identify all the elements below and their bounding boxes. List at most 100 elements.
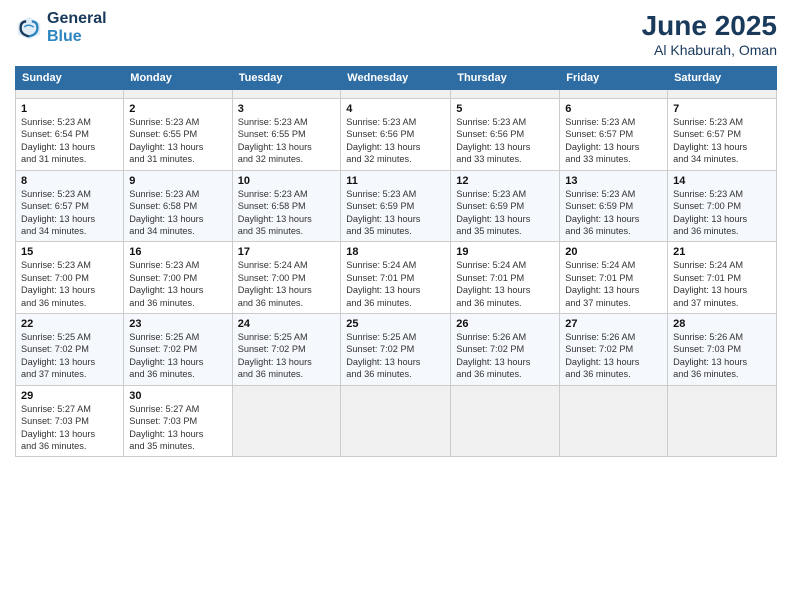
calendar-cell: [232, 90, 341, 99]
day-info: Sunrise: 5:23 AM Sunset: 6:59 PM Dayligh…: [565, 188, 662, 238]
day-number: 3: [238, 103, 336, 115]
calendar-cell: 4Sunrise: 5:23 AM Sunset: 6:56 PM Daylig…: [341, 99, 451, 171]
page: General Blue June 2025 Al Khaburah, Oman…: [0, 0, 792, 612]
day-number: 18: [346, 246, 445, 258]
day-info: Sunrise: 5:26 AM Sunset: 7:03 PM Dayligh…: [673, 331, 771, 381]
calendar-cell: 22Sunrise: 5:25 AM Sunset: 7:02 PM Dayli…: [16, 314, 124, 386]
day-number: 25: [346, 318, 445, 330]
day-number: 24: [238, 318, 336, 330]
day-number: 8: [21, 175, 118, 187]
calendar-cell: [16, 90, 124, 99]
day-info: Sunrise: 5:24 AM Sunset: 7:01 PM Dayligh…: [673, 259, 771, 309]
day-info: Sunrise: 5:24 AM Sunset: 7:01 PM Dayligh…: [565, 259, 662, 309]
calendar-cell: 30Sunrise: 5:27 AM Sunset: 7:03 PM Dayli…: [124, 385, 232, 457]
calendar-cell: 19Sunrise: 5:24 AM Sunset: 7:01 PM Dayli…: [451, 242, 560, 314]
day-info: Sunrise: 5:26 AM Sunset: 7:02 PM Dayligh…: [456, 331, 554, 381]
day-number: 26: [456, 318, 554, 330]
day-number: 6: [565, 103, 662, 115]
day-info: Sunrise: 5:23 AM Sunset: 6:58 PM Dayligh…: [129, 188, 226, 238]
calendar-cell: 11Sunrise: 5:23 AM Sunset: 6:59 PM Dayli…: [341, 170, 451, 242]
calendar-cell: 15Sunrise: 5:23 AM Sunset: 7:00 PM Dayli…: [16, 242, 124, 314]
day-info: Sunrise: 5:23 AM Sunset: 6:56 PM Dayligh…: [456, 116, 554, 166]
day-number: 16: [129, 246, 226, 258]
day-number: 11: [346, 175, 445, 187]
calendar-cell: 2Sunrise: 5:23 AM Sunset: 6:55 PM Daylig…: [124, 99, 232, 171]
calendar-cell: 8Sunrise: 5:23 AM Sunset: 6:57 PM Daylig…: [16, 170, 124, 242]
calendar-cell: 9Sunrise: 5:23 AM Sunset: 6:58 PM Daylig…: [124, 170, 232, 242]
day-number: 1: [21, 103, 118, 115]
calendar-cell: 18Sunrise: 5:24 AM Sunset: 7:01 PM Dayli…: [341, 242, 451, 314]
day-number: 10: [238, 175, 336, 187]
calendar-cell: 5Sunrise: 5:23 AM Sunset: 6:56 PM Daylig…: [451, 99, 560, 171]
calendar-table: SundayMondayTuesdayWednesdayThursdayFrid…: [15, 66, 777, 457]
logo-text: General Blue: [47, 10, 107, 46]
day-info: Sunrise: 5:23 AM Sunset: 6:55 PM Dayligh…: [238, 116, 336, 166]
calendar-cell: 10Sunrise: 5:23 AM Sunset: 6:58 PM Dayli…: [232, 170, 341, 242]
day-info: Sunrise: 5:23 AM Sunset: 6:56 PM Dayligh…: [346, 116, 445, 166]
calendar-cell: 12Sunrise: 5:23 AM Sunset: 6:59 PM Dayli…: [451, 170, 560, 242]
calendar-cell: [451, 385, 560, 457]
calendar-cell: 21Sunrise: 5:24 AM Sunset: 7:01 PM Dayli…: [668, 242, 777, 314]
calendar-cell: 3Sunrise: 5:23 AM Sunset: 6:55 PM Daylig…: [232, 99, 341, 171]
day-number: 5: [456, 103, 554, 115]
day-info: Sunrise: 5:27 AM Sunset: 7:03 PM Dayligh…: [129, 403, 226, 453]
day-info: Sunrise: 5:23 AM Sunset: 6:59 PM Dayligh…: [456, 188, 554, 238]
day-info: Sunrise: 5:23 AM Sunset: 7:00 PM Dayligh…: [21, 259, 118, 309]
day-number: 2: [129, 103, 226, 115]
calendar-cell: 7Sunrise: 5:23 AM Sunset: 6:57 PM Daylig…: [668, 99, 777, 171]
day-number: 23: [129, 318, 226, 330]
day-info: Sunrise: 5:25 AM Sunset: 7:02 PM Dayligh…: [346, 331, 445, 381]
calendar-cell: [341, 90, 451, 99]
day-number: 7: [673, 103, 771, 115]
calendar-cell: [560, 90, 668, 99]
calendar-cell: 25Sunrise: 5:25 AM Sunset: 7:02 PM Dayli…: [341, 314, 451, 386]
day-info: Sunrise: 5:25 AM Sunset: 7:02 PM Dayligh…: [129, 331, 226, 381]
day-info: Sunrise: 5:23 AM Sunset: 6:57 PM Dayligh…: [673, 116, 771, 166]
calendar-cell: [668, 385, 777, 457]
day-number: 30: [129, 390, 226, 402]
day-number: 15: [21, 246, 118, 258]
day-info: Sunrise: 5:23 AM Sunset: 6:57 PM Dayligh…: [565, 116, 662, 166]
day-number: 27: [565, 318, 662, 330]
day-info: Sunrise: 5:23 AM Sunset: 6:57 PM Dayligh…: [21, 188, 118, 238]
calendar-cell: 20Sunrise: 5:24 AM Sunset: 7:01 PM Dayli…: [560, 242, 668, 314]
calendar-cell: 26Sunrise: 5:26 AM Sunset: 7:02 PM Dayli…: [451, 314, 560, 386]
day-number: 29: [21, 390, 118, 402]
calendar-cell: 27Sunrise: 5:26 AM Sunset: 7:02 PM Dayli…: [560, 314, 668, 386]
title-area: June 2025 Al Khaburah, Oman: [642, 10, 777, 58]
day-number: 4: [346, 103, 445, 115]
day-number: 28: [673, 318, 771, 330]
day-number: 17: [238, 246, 336, 258]
calendar-cell: [451, 90, 560, 99]
day-info: Sunrise: 5:23 AM Sunset: 7:00 PM Dayligh…: [129, 259, 226, 309]
weekday-header-sunday: Sunday: [16, 67, 124, 90]
calendar-cell: [124, 90, 232, 99]
day-number: 19: [456, 246, 554, 258]
weekday-header-friday: Friday: [560, 67, 668, 90]
day-info: Sunrise: 5:24 AM Sunset: 7:01 PM Dayligh…: [456, 259, 554, 309]
day-info: Sunrise: 5:26 AM Sunset: 7:02 PM Dayligh…: [565, 331, 662, 381]
day-number: 13: [565, 175, 662, 187]
day-info: Sunrise: 5:23 AM Sunset: 6:55 PM Dayligh…: [129, 116, 226, 166]
calendar-cell: 29Sunrise: 5:27 AM Sunset: 7:03 PM Dayli…: [16, 385, 124, 457]
day-info: Sunrise: 5:24 AM Sunset: 7:00 PM Dayligh…: [238, 259, 336, 309]
logo: General Blue: [15, 10, 107, 46]
day-info: Sunrise: 5:23 AM Sunset: 6:58 PM Dayligh…: [238, 188, 336, 238]
calendar-cell: 24Sunrise: 5:25 AM Sunset: 7:02 PM Dayli…: [232, 314, 341, 386]
calendar-cell: [341, 385, 451, 457]
calendar-cell: 13Sunrise: 5:23 AM Sunset: 6:59 PM Dayli…: [560, 170, 668, 242]
calendar-cell: 17Sunrise: 5:24 AM Sunset: 7:00 PM Dayli…: [232, 242, 341, 314]
day-info: Sunrise: 5:25 AM Sunset: 7:02 PM Dayligh…: [238, 331, 336, 381]
calendar-cell: 28Sunrise: 5:26 AM Sunset: 7:03 PM Dayli…: [668, 314, 777, 386]
weekday-header-monday: Monday: [124, 67, 232, 90]
weekday-header-tuesday: Tuesday: [232, 67, 341, 90]
day-info: Sunrise: 5:24 AM Sunset: 7:01 PM Dayligh…: [346, 259, 445, 309]
main-title: June 2025: [642, 10, 777, 42]
calendar-cell: 16Sunrise: 5:23 AM Sunset: 7:00 PM Dayli…: [124, 242, 232, 314]
calendar-cell: [668, 90, 777, 99]
weekday-header-thursday: Thursday: [451, 67, 560, 90]
calendar-cell: 6Sunrise: 5:23 AM Sunset: 6:57 PM Daylig…: [560, 99, 668, 171]
day-number: 14: [673, 175, 771, 187]
calendar-cell: 1Sunrise: 5:23 AM Sunset: 6:54 PM Daylig…: [16, 99, 124, 171]
day-number: 22: [21, 318, 118, 330]
